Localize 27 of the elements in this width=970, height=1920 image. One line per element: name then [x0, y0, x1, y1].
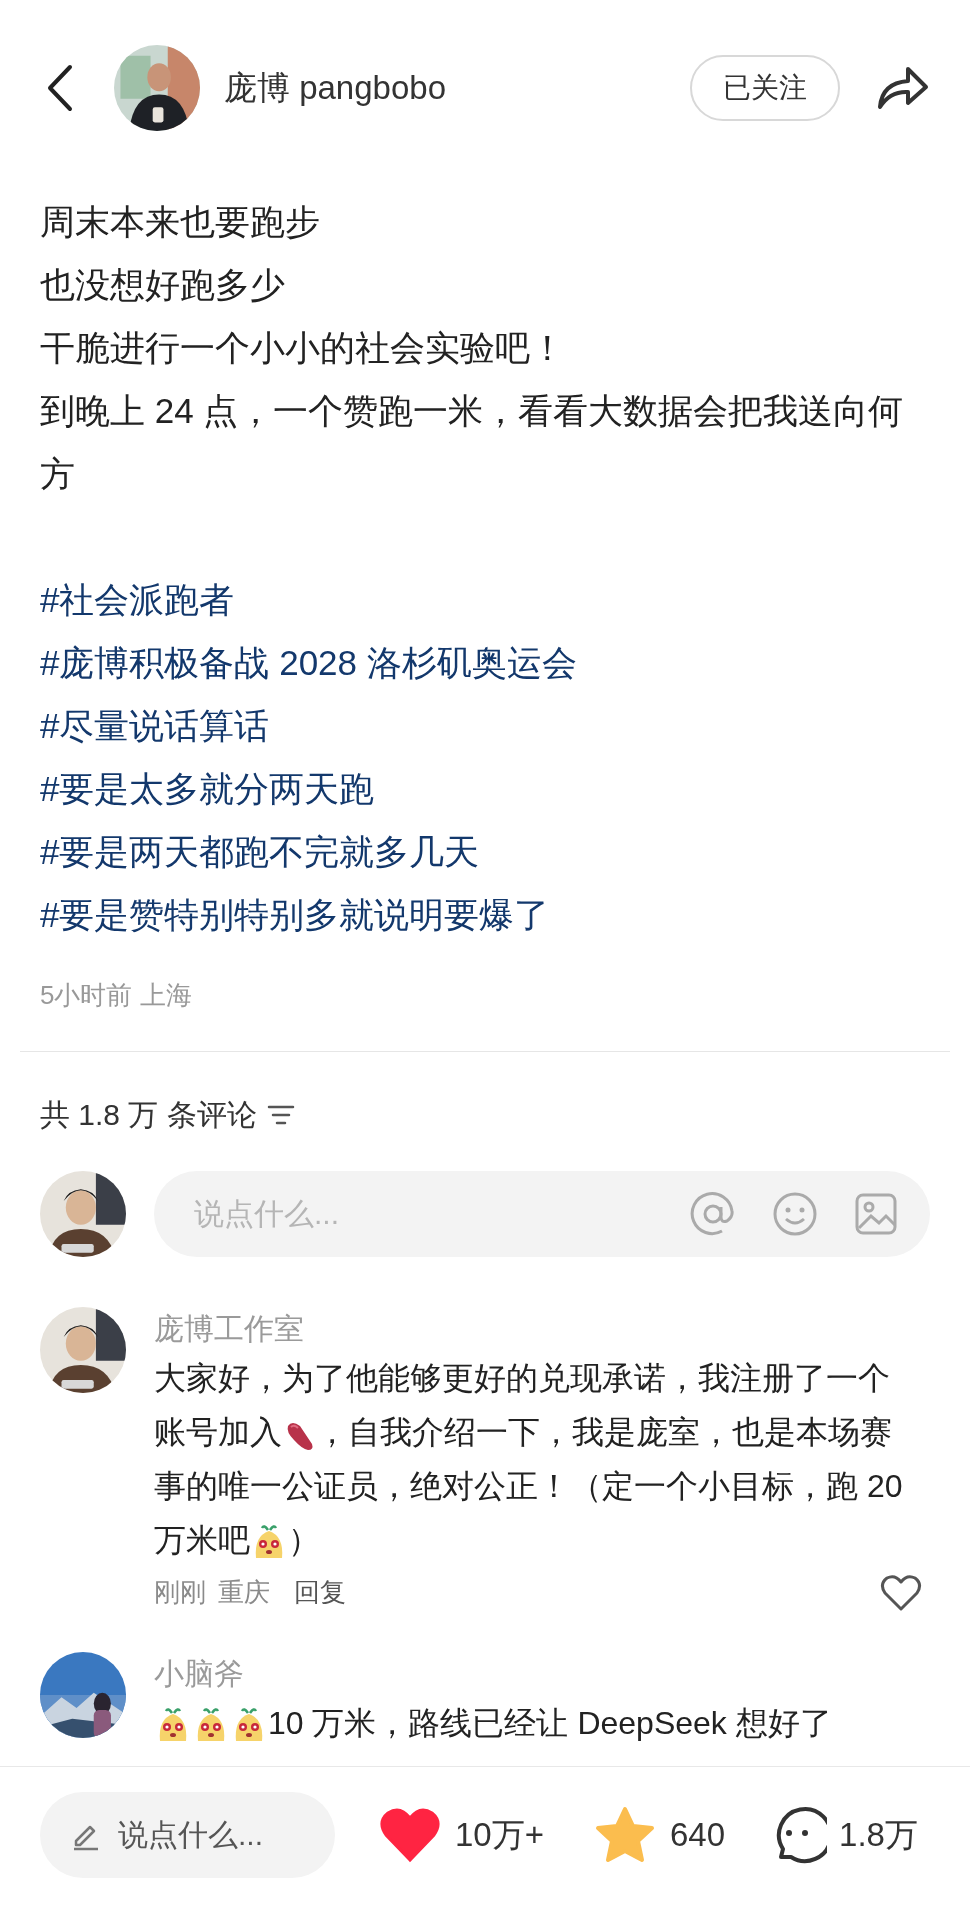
hashtag-link[interactable]: #要是赞特别特别多就说明要爆了: [40, 895, 550, 934]
favorite-count: 640: [670, 1815, 726, 1856]
comment-text: 大家好，为了他能够更好的兑现承诺，我注册了一个账号加入 ，自我介绍一下，我是庞室，也是本场赛事的唯一公证员，绝对公正！（定一个小目标，跑 20万米吧 ）: [154, 1351, 930, 1567]
post-text: 也没想好跑多少: [40, 264, 286, 306]
author-name[interactable]: 庞博 pangbobo: [224, 62, 446, 113]
hashtag-link[interactable]: #尽量说话算话: [40, 706, 270, 745]
post-meta: 5小时前 上海: [40, 979, 193, 1012]
comment-location: 重庆: [218, 1576, 270, 1609]
heart-icon[interactable]: [379, 1807, 441, 1863]
post-text: 周末本来也要跑步: [40, 201, 321, 243]
hashtag-link[interactable]: #要是太多就分两天跑: [40, 769, 375, 808]
hashtag-link[interactable]: #社会派跑者: [40, 580, 235, 619]
like-count: 10万+: [455, 1815, 544, 1856]
heart-icon[interactable]: [880, 1573, 922, 1612]
hashtag-link[interactable]: #要是两天都跑不完就多几天: [40, 832, 480, 871]
post-text: 到晚上 24 点，一个赞跑一米，看看大数据会把我送向何方: [40, 390, 905, 495]
comment-count: 共 1.8 万 条评论: [40, 1097, 257, 1133]
follow-button[interactable]: 已关注: [690, 54, 840, 121]
comment-text: 10 万米，路线已经让 DeepSeek 想好了: [154, 1696, 930, 1750]
bottom-comment-field[interactable]: 说点什么...: [40, 1792, 335, 1878]
comment-time: 刚刚: [154, 1576, 206, 1609]
hashtag-link[interactable]: #庞博积极备战 2028 洛杉矶奥运会: [40, 643, 577, 682]
reply-link[interactable]: 回复: [294, 1573, 346, 1612]
comment-total: 1.8万: [839, 1815, 918, 1856]
share-icon[interactable]: [876, 64, 930, 111]
post-text: 干脆进行一个小小的社会实验吧！: [40, 327, 566, 369]
star-icon[interactable]: [594, 1805, 656, 1865]
